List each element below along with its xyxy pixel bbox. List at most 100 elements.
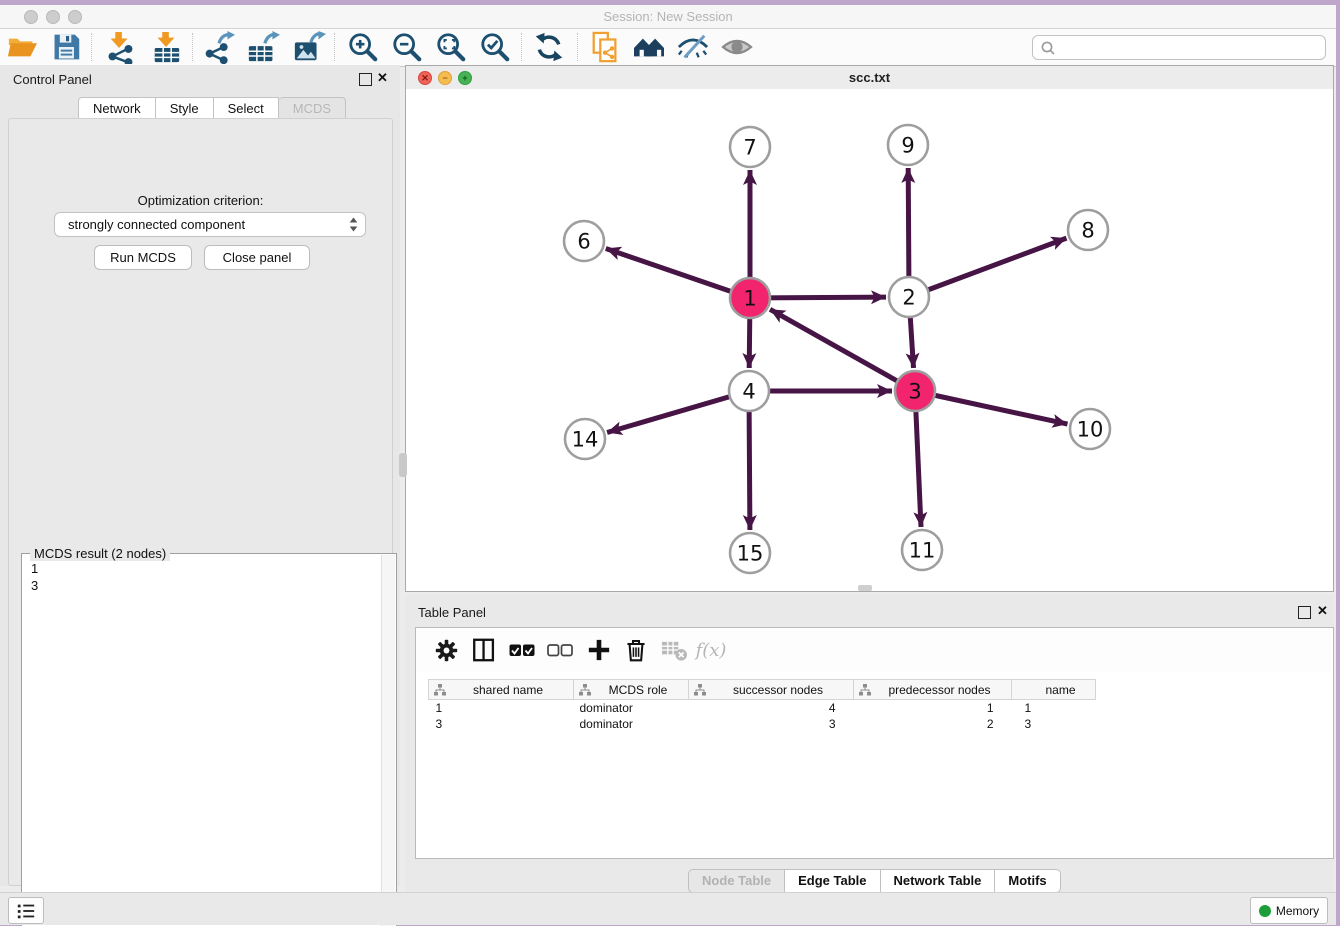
- import-network-button[interactable]: [98, 31, 142, 63]
- graph-node-4[interactable]: 4: [729, 371, 769, 411]
- control-panel-title: Control Panel: [13, 72, 92, 87]
- home-view-button[interactable]: [627, 31, 671, 63]
- node-label: 10: [1077, 418, 1104, 442]
- mcds-result-text[interactable]: 1 3: [22, 558, 381, 926]
- node-label: 7: [743, 136, 756, 160]
- checked-boxes-icon: [509, 644, 535, 657]
- zoom-fit-button[interactable]: [429, 31, 473, 63]
- tab-motifs[interactable]: Motifs: [995, 869, 1060, 893]
- graph-node-9[interactable]: 9: [888, 125, 928, 165]
- node-table-body: 1dominator4113dominator323: [429, 700, 1096, 733]
- tab-select[interactable]: Select: [214, 97, 279, 120]
- delete-table-button[interactable]: [657, 634, 691, 666]
- graph-node-8[interactable]: 8: [1068, 210, 1108, 250]
- node-label: 2: [902, 286, 915, 310]
- close-panel-button[interactable]: Close panel: [204, 245, 310, 270]
- zoom-in-icon: [347, 31, 379, 63]
- panel-divider-handle[interactable]: [399, 453, 407, 477]
- run-mcds-button[interactable]: Run MCDS: [94, 245, 192, 270]
- folder-open-icon: [6, 32, 38, 62]
- control-panel-header: Control Panel ✕: [0, 65, 400, 93]
- edge-3-10[interactable]: [915, 391, 1068, 424]
- graph-node-10[interactable]: 10: [1070, 409, 1110, 449]
- tab-edge-table[interactable]: Edge Table: [785, 869, 880, 893]
- tab-style[interactable]: Style: [156, 97, 214, 120]
- export-network-button[interactable]: [197, 31, 241, 63]
- mcds-tab-panel: Optimization criterion: strongly connect…: [8, 118, 393, 886]
- edge-3-1[interactable]: [770, 309, 915, 391]
- memory-status-icon: [1259, 905, 1271, 917]
- show-column-button[interactable]: [467, 634, 501, 666]
- import-network-icon: [104, 31, 136, 64]
- table-settings-button[interactable]: [429, 634, 463, 666]
- create-column-button[interactable]: [582, 634, 616, 666]
- memory-button[interactable]: Memory: [1250, 897, 1328, 924]
- toolbar-separator: [192, 33, 193, 61]
- result-scrollbar[interactable]: [381, 555, 395, 926]
- save-session-button[interactable]: [44, 31, 88, 63]
- edge-2-8[interactable]: [909, 238, 1067, 297]
- table-panel-tabs: Node Table Edge Table Network Table Moti…: [688, 869, 1061, 892]
- graph-node-1[interactable]: 1: [730, 278, 770, 318]
- float-panel-button[interactable]: [359, 73, 372, 86]
- network-window-titlebar[interactable]: ✕ − + scc.txt: [406, 66, 1333, 90]
- column-header-name[interactable]: name: [1012, 680, 1096, 700]
- show-all-button[interactable]: [715, 31, 759, 63]
- dropdown-selected-value: strongly connected component: [68, 217, 349, 232]
- open-file-button[interactable]: [0, 31, 44, 63]
- graph-node-3[interactable]: 3: [895, 371, 935, 411]
- node-label: 8: [1081, 219, 1094, 243]
- tab-network[interactable]: Network: [78, 97, 156, 120]
- task-history-button[interactable]: [8, 897, 44, 924]
- apply-layout-button[interactable]: [527, 31, 571, 63]
- node-label: 14: [572, 428, 599, 452]
- table-header-row: shared name MCDS role successor nodes: [429, 680, 1096, 700]
- status-bar: Memory: [0, 892, 1336, 925]
- trash-icon: [624, 637, 648, 663]
- network-view-window: ✕ − + scc.txt 1 2 3 4 6 7 8 9 10 11 14 15: [405, 65, 1334, 592]
- node-table-container: f(x) shared name MCDS role: [415, 627, 1334, 859]
- table-row[interactable]: 3dominator323: [429, 716, 1096, 732]
- function-builder-button[interactable]: f(x): [694, 634, 728, 666]
- eye-slash-icon: [676, 31, 710, 63]
- zoom-in-button[interactable]: [341, 31, 385, 63]
- close-panel-x-button[interactable]: ✕: [377, 70, 388, 86]
- edge-4-14[interactable]: [607, 391, 749, 433]
- node-label: 1: [743, 287, 756, 311]
- tab-mcds[interactable]: MCDS: [279, 97, 346, 120]
- network-graph[interactable]: 1 2 3 4 6 7 8 9 10 11 14 15: [406, 89, 1333, 591]
- zoom-out-button[interactable]: [385, 31, 429, 63]
- import-table-button[interactable]: [144, 31, 188, 63]
- graph-node-6[interactable]: 6: [564, 221, 604, 261]
- tab-network-table[interactable]: Network Table: [881, 869, 996, 893]
- toolbar-separator: [521, 33, 522, 61]
- hide-selected-button[interactable]: [671, 31, 715, 63]
- window-resize-handle[interactable]: [858, 585, 872, 591]
- table-row[interactable]: 1dominator411: [429, 700, 1096, 717]
- edge-1-6[interactable]: [606, 249, 750, 299]
- export-image-button[interactable]: [287, 31, 331, 63]
- tab-node-table[interactable]: Node Table: [688, 869, 785, 893]
- close-table-panel-button[interactable]: ✕: [1317, 603, 1328, 619]
- graph-node-11[interactable]: 11: [902, 530, 942, 570]
- graph-node-14[interactable]: 14: [565, 419, 605, 459]
- graph-node-7[interactable]: 7: [730, 127, 770, 167]
- optimization-criterion-select[interactable]: strongly connected component: [54, 212, 366, 237]
- network-from-selection-button[interactable]: [583, 31, 627, 63]
- node-label: 3: [908, 380, 921, 404]
- delete-columns-button[interactable]: [619, 634, 653, 666]
- column-header-shared-name[interactable]: shared name: [429, 680, 574, 700]
- deselect-all-rows-button[interactable]: [543, 634, 577, 666]
- search-input[interactable]: [1060, 40, 1325, 56]
- zoom-selected-button[interactable]: [473, 31, 517, 63]
- float-table-panel-button[interactable]: [1298, 606, 1311, 619]
- column-header-predecessor-nodes[interactable]: predecessor nodes: [854, 680, 1012, 700]
- column-header-successor-nodes[interactable]: successor nodes: [689, 680, 854, 700]
- select-all-rows-button[interactable]: [505, 634, 539, 666]
- graph-node-15[interactable]: 15: [730, 533, 770, 573]
- export-table-button[interactable]: [241, 31, 285, 63]
- column-header-mcds-role[interactable]: MCDS role: [574, 680, 689, 700]
- graph-node-2[interactable]: 2: [889, 277, 929, 317]
- save-icon: [51, 32, 81, 62]
- search-field[interactable]: [1032, 35, 1326, 60]
